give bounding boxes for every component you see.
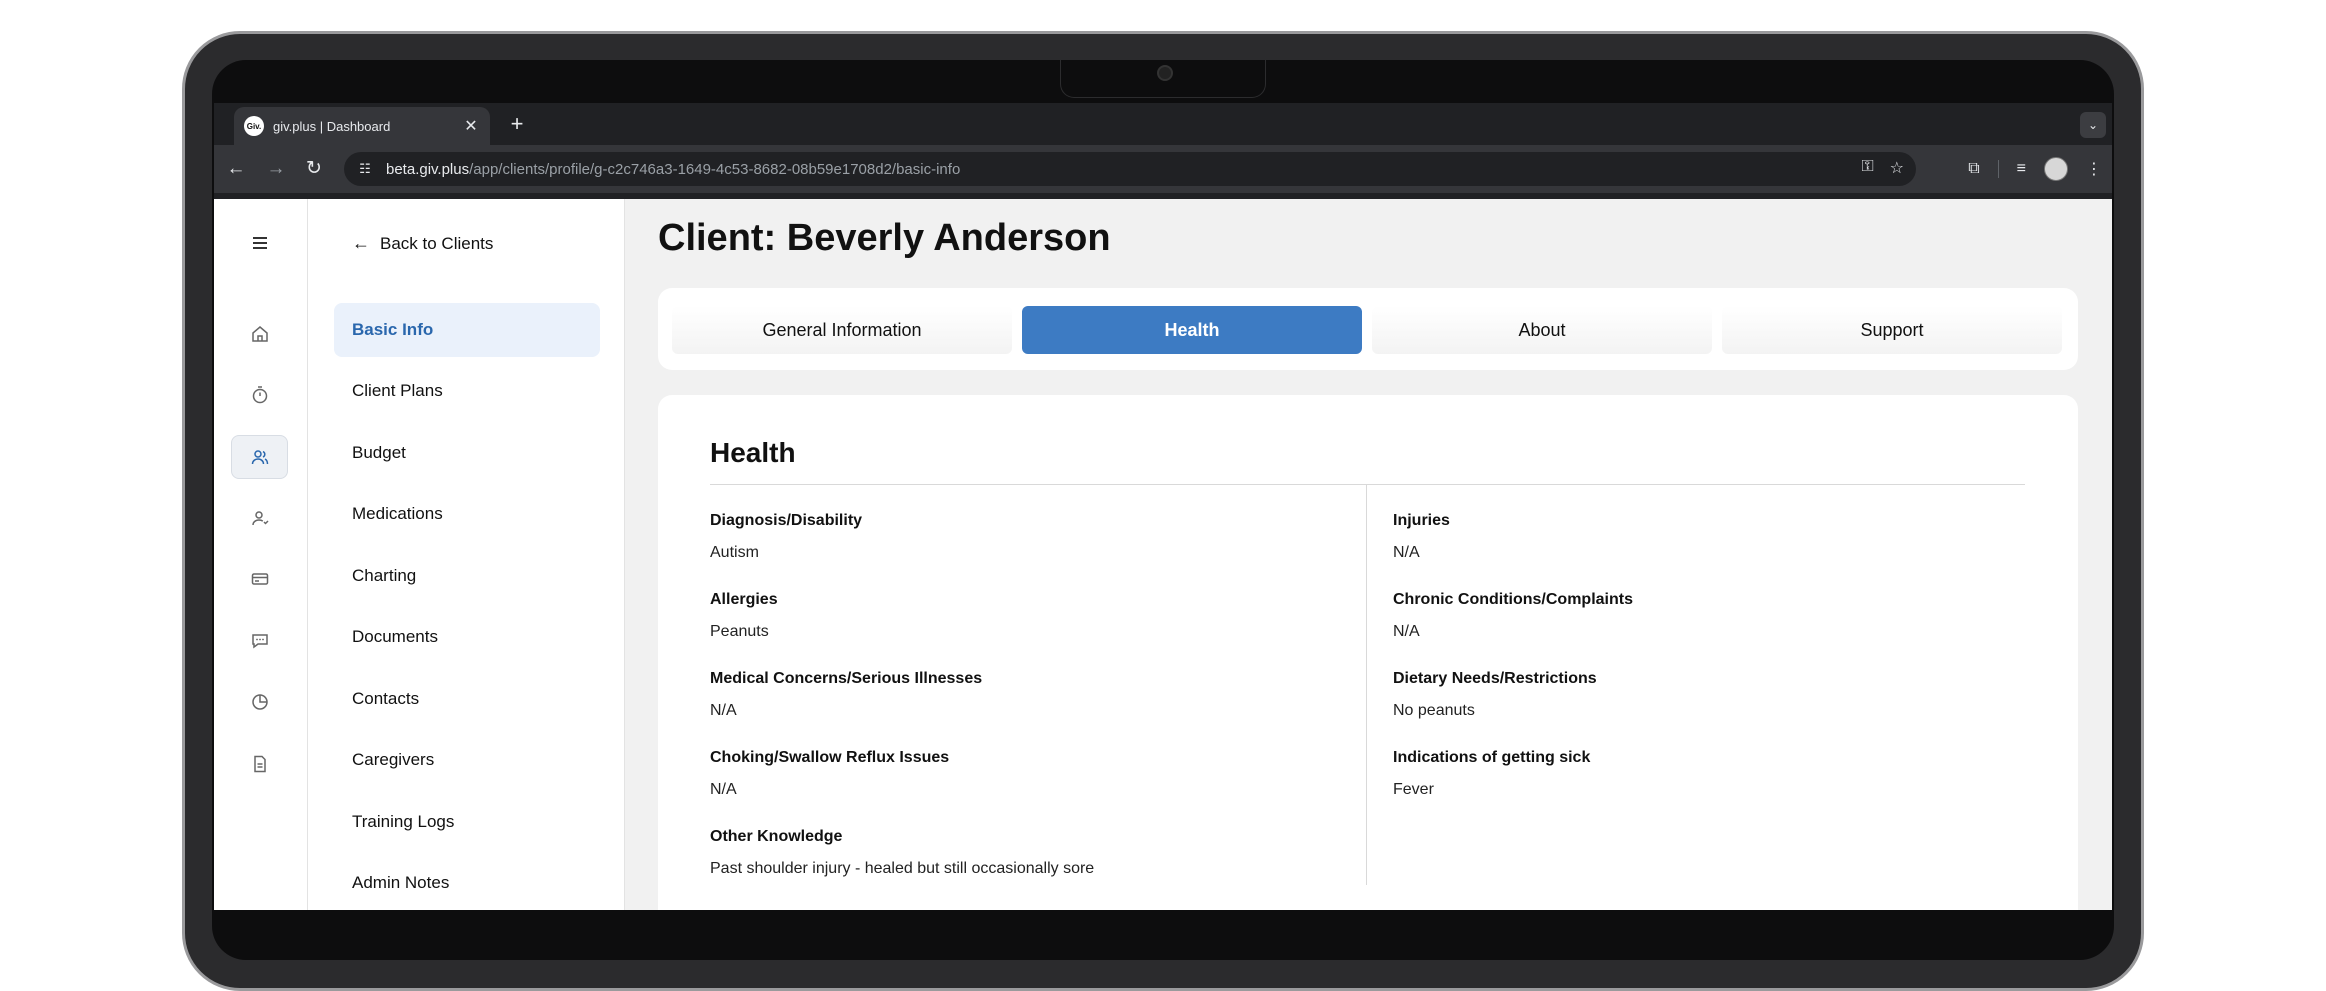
icon-rail (214, 199, 308, 910)
field-value: Autism (710, 544, 759, 561)
subnav-item-training-logs[interactable]: Training Logs (334, 795, 600, 849)
field-value: Peanuts (710, 623, 769, 640)
home-icon[interactable] (231, 312, 288, 356)
chat-icon[interactable] (231, 619, 288, 663)
clients-icon[interactable] (231, 435, 288, 479)
timer-icon[interactable] (231, 373, 288, 417)
field-label: Dietary Needs/Restrictions (1393, 670, 1597, 687)
menu-icon[interactable] (231, 221, 288, 265)
favicon-icon: Giv. (244, 116, 264, 136)
field-label: Chronic Conditions/Complaints (1393, 591, 1633, 608)
tab-strip: Giv. giv.plus | Dashboard ✕ + ⌄ (214, 103, 2112, 145)
new-tab-icon[interactable]: + (504, 111, 530, 137)
tab-about[interactable]: About (1372, 306, 1712, 354)
field-diagnosis: Diagnosis/Disability Autism (710, 512, 1330, 562)
media-control-icon[interactable]: ≡ (2017, 160, 2026, 178)
subnav-item-medications[interactable]: Medications (334, 487, 600, 541)
field-value: No peanuts (1393, 702, 1475, 719)
field-chronic-conditions: Chronic Conditions/Complaints N/A (1393, 591, 2013, 641)
field-choking-issues: Choking/Swallow Reflux Issues N/A (710, 749, 1330, 799)
subnav-item-budget[interactable]: Budget (334, 426, 600, 480)
back-arrow-icon[interactable]: ← (224, 157, 248, 181)
subnav-item-basic-info[interactable]: Basic Info (334, 303, 600, 357)
column-divider (1366, 485, 1367, 885)
person-icon[interactable] (231, 496, 288, 540)
toolbar-divider (1997, 160, 1999, 178)
section-divider (710, 484, 2025, 485)
field-allergies: Allergies Peanuts (710, 591, 1330, 641)
reload-icon[interactable]: ↻ (302, 157, 326, 181)
field-label: Injuries (1393, 512, 1450, 529)
card-icon[interactable] (231, 557, 288, 601)
arrow-left-icon: ← (352, 233, 370, 253)
page-title: Client: Beverly Anderson (658, 217, 1111, 259)
subnav-item-caregivers[interactable]: Caregivers (334, 733, 600, 787)
field-label: Choking/Swallow Reflux Issues (710, 749, 950, 766)
subnav-item-charting[interactable]: Charting (334, 549, 600, 603)
field-label: Diagnosis/Disability (710, 512, 863, 529)
field-value: Fever (1393, 781, 1434, 798)
tab-title: giv.plus | Dashboard (273, 118, 391, 134)
browser-toolbar: ← → ↻ ☷ beta.giv.plus/app/clients/profil… (214, 145, 2112, 193)
field-dietary-needs: Dietary Needs/Restrictions No peanuts (1393, 670, 2013, 720)
subnav-item-documents[interactable]: Documents (334, 610, 600, 664)
key-icon[interactable]: ⚿ (1861, 158, 1873, 178)
field-other-knowledge: Other Knowledge Past shoulder injury - h… (710, 828, 1330, 878)
tab-support[interactable]: Support (1722, 306, 2062, 354)
browser-window: Giv. giv.plus | Dashboard ✕ + ⌄ ← → ↻ ☷ … (214, 103, 2112, 910)
tab-health[interactable]: Health (1022, 306, 1362, 354)
site-settings-icon[interactable]: ☷ (356, 161, 374, 177)
tab-general-information[interactable]: General Information (672, 306, 1012, 354)
url-text[interactable]: beta.giv.plus/app/clients/profile/g-c2c7… (386, 161, 960, 178)
field-value: Past shoulder injury - healed but still … (710, 860, 1095, 877)
subnav-item-client-plans[interactable]: Client Plans (334, 364, 600, 418)
subnav-item-admin-notes[interactable]: Admin Notes (334, 856, 600, 910)
star-icon[interactable]: ☆ (1890, 158, 1904, 178)
field-sickness-indications: Indications of getting sick Fever (1393, 749, 2013, 799)
profile-avatar[interactable] (2044, 157, 2068, 181)
field-value: N/A (710, 781, 737, 798)
back-to-clients-link[interactable]: ← Back to Clients (352, 233, 493, 254)
field-medical-concerns: Medical Concerns/Serious Illnesses N/A (710, 670, 1330, 720)
main-content: Client: Beverly Anderson General Informa… (624, 199, 2112, 910)
profile-tabs: General Information Health About Support (658, 288, 2078, 370)
field-value: N/A (710, 702, 737, 719)
forward-arrow-icon[interactable]: → (264, 157, 288, 181)
field-value: N/A (1393, 623, 1420, 640)
client-subnav: ← Back to Clients Basic Info Client Plan… (308, 199, 625, 910)
field-label: Allergies (710, 591, 778, 608)
extensions-icon[interactable]: ⧉ (1968, 160, 1979, 178)
field-value: N/A (1393, 544, 1420, 561)
web-page: ← Back to Clients Basic Info Client Plan… (214, 199, 2112, 910)
close-tab-icon[interactable]: ✕ (462, 116, 480, 136)
field-injuries: Injuries N/A (1393, 512, 2013, 562)
more-menu-icon[interactable]: ⋮ (2086, 159, 2102, 179)
health-card: Health Diagnosis/Disability Autism Aller… (658, 395, 2078, 910)
back-label: Back to Clients (380, 233, 494, 253)
tab-search-icon[interactable]: ⌄ (2080, 112, 2106, 138)
field-label: Other Knowledge (710, 828, 843, 845)
field-label: Medical Concerns/Serious Illnesses (710, 670, 983, 687)
address-bar[interactable]: ☷ beta.giv.plus/app/clients/profile/g-c2… (344, 152, 1916, 186)
document-icon[interactable] (231, 742, 288, 786)
browser-tab[interactable]: Giv. giv.plus | Dashboard ✕ (234, 107, 490, 145)
section-title: Health (710, 437, 796, 468)
field-label: Indications of getting sick (1393, 749, 1591, 766)
subnav-item-contacts[interactable]: Contacts (334, 672, 600, 726)
pie-chart-icon[interactable] (231, 680, 288, 724)
camera-icon (1157, 65, 1173, 81)
